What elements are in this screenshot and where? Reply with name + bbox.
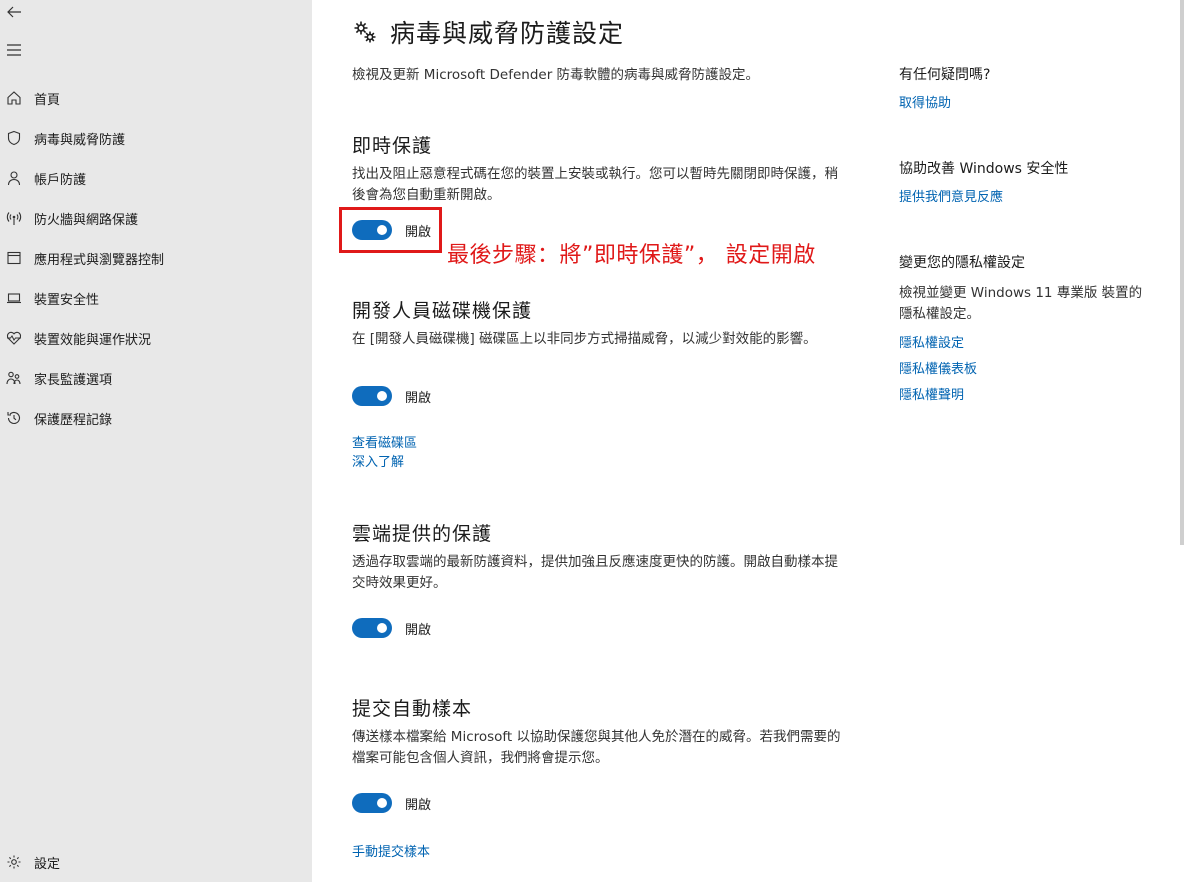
sidebar-item-protection-history[interactable]: 保護歷程記錄 bbox=[0, 398, 312, 438]
sidebar-item-label: 首頁 bbox=[34, 92, 61, 108]
sidebar-item-label: 設定 bbox=[34, 856, 61, 872]
cloud-protection-description: 透過存取雲端的最新防護資料，提供加強且反應速度更快的防護。開啟自動樣本提交時效果… bbox=[352, 554, 838, 591]
cloud-protection-toggle-row: 開啟 bbox=[352, 618, 431, 638]
sidebar-item-family-options[interactable]: 家長監護選項 bbox=[0, 358, 312, 398]
help-title: 有任何疑問嗎? bbox=[899, 67, 991, 83]
toggle-label: 開啟 bbox=[405, 622, 432, 638]
cloud-protection-title: 雲端提供的保護 bbox=[352, 523, 493, 545]
sample-submission-toggle[interactable] bbox=[352, 793, 392, 813]
dev-drive-protection-description: 在 [開發人員磁碟機] 磁碟區上以非同步方式掃描威脅，以減少對效能的影響。 bbox=[352, 331, 817, 347]
page-title: 病毒與威脅防護設定 bbox=[390, 19, 625, 48]
realtime-protection-description: 找出及阻止惡意程式碼在您的裝置上安裝或執行。您可以暫時先關閉即時保護，稍後會為您… bbox=[352, 166, 838, 203]
history-icon bbox=[2, 408, 26, 428]
app-window-icon bbox=[2, 248, 26, 268]
cloud-protection-toggle[interactable] bbox=[352, 618, 392, 638]
sample-submission-description: 傳送樣本檔案給 Microsoft 以協助保護您與其他人免於潛在的威脅。若我們需… bbox=[352, 729, 841, 766]
shield-icon bbox=[2, 128, 26, 148]
menu-button[interactable] bbox=[4, 40, 24, 60]
dev-drive-protection-toggle-row: 開啟 bbox=[352, 386, 431, 406]
dev-drive-protection-toggle[interactable] bbox=[352, 386, 392, 406]
submit-sample-manually-link[interactable]: 手動提交樣本 bbox=[352, 841, 430, 860]
sidebar-item-home[interactable]: 首頁 bbox=[0, 78, 312, 118]
toggle-knob bbox=[377, 798, 387, 808]
sidebar-item-virus-protection[interactable]: 病毒與威脅防護 bbox=[0, 118, 312, 158]
home-icon bbox=[2, 88, 26, 108]
gears-icon bbox=[354, 21, 376, 43]
heart-pulse-icon bbox=[2, 328, 26, 348]
toggle-label: 開啟 bbox=[405, 797, 432, 813]
dev-drive-protection-title: 開發人員磁碟機保護 bbox=[352, 300, 533, 322]
annotation-text: 最後步驟：將”即時保護”， 設定開啟 bbox=[447, 243, 816, 268]
highlight-box bbox=[339, 207, 442, 253]
sidebar-item-settings[interactable]: 設定 bbox=[0, 842, 312, 882]
sample-submission-toggle-row: 開啟 bbox=[352, 793, 431, 813]
view-volumes-link[interactable]: 查看磁碟區 bbox=[352, 432, 417, 451]
improve-title: 協助改善 Windows 安全性 bbox=[899, 161, 1069, 177]
sidebar-item-device-performance[interactable]: 裝置效能與運作狀況 bbox=[0, 318, 312, 358]
privacy-title: 變更您的隱私權設定 bbox=[899, 255, 1025, 271]
sidebar: 首頁 病毒與威脅防護 帳戶防護 防火牆與網路保護 應用程式與瀏覽器控制 裝置安全… bbox=[0, 0, 312, 882]
scrollbar[interactable] bbox=[1180, 0, 1184, 545]
page-description: 檢視及更新 Microsoft Defender 防毒軟體的病毒與威脅防護設定。 bbox=[352, 67, 760, 83]
sidebar-item-label: 家長監護選項 bbox=[34, 372, 113, 388]
sidebar-item-label: 裝置效能與運作狀況 bbox=[34, 332, 152, 348]
laptop-icon bbox=[2, 288, 26, 308]
privacy-dashboard-link[interactable]: 隱私權儀表板 bbox=[899, 358, 977, 377]
sidebar-item-label: 病毒與威脅防護 bbox=[34, 132, 126, 148]
main-content: 病毒與威脅防護設定 檢視及更新 Microsoft Defender 防毒軟體的… bbox=[312, 0, 1184, 882]
privacy-settings-link[interactable]: 隱私權設定 bbox=[899, 332, 964, 351]
learn-more-link[interactable]: 深入了解 bbox=[352, 451, 404, 470]
sample-submission-title: 提交自動樣本 bbox=[352, 698, 473, 720]
gear-icon bbox=[2, 852, 26, 872]
wifi-antenna-icon bbox=[2, 208, 26, 228]
sidebar-item-label: 帳戶防護 bbox=[34, 172, 87, 188]
sidebar-item-device-security[interactable]: 裝置安全性 bbox=[0, 278, 312, 318]
person-icon bbox=[2, 168, 26, 188]
sidebar-item-label: 防火牆與網路保護 bbox=[34, 212, 139, 228]
feedback-link[interactable]: 提供我們意見反應 bbox=[899, 186, 1003, 205]
family-icon bbox=[2, 368, 26, 388]
privacy-statement-link[interactable]: 隱私權聲明 bbox=[899, 384, 964, 403]
back-arrow-icon bbox=[7, 6, 21, 18]
sidebar-item-label: 裝置安全性 bbox=[34, 292, 100, 308]
get-help-link[interactable]: 取得協助 bbox=[899, 92, 951, 111]
sidebar-item-firewall[interactable]: 防火牆與網路保護 bbox=[0, 198, 312, 238]
realtime-protection-title: 即時保護 bbox=[352, 135, 433, 157]
sidebar-item-label: 應用程式與瀏覽器控制 bbox=[34, 252, 165, 268]
toggle-label: 開啟 bbox=[405, 390, 432, 406]
privacy-description: 檢視並變更 Windows 11 專業版 裝置的隱私權設定。 bbox=[899, 285, 1143, 322]
hamburger-icon bbox=[7, 44, 21, 56]
sidebar-item-app-browser-control[interactable]: 應用程式與瀏覽器控制 bbox=[0, 238, 312, 278]
sidebar-item-label: 保護歷程記錄 bbox=[34, 412, 113, 428]
toggle-knob bbox=[377, 623, 387, 633]
sidebar-item-account-protection[interactable]: 帳戶防護 bbox=[0, 158, 312, 198]
page-header: 病毒與威脅防護設定 bbox=[352, 14, 624, 50]
back-button[interactable] bbox=[4, 2, 24, 22]
toggle-knob bbox=[377, 391, 387, 401]
